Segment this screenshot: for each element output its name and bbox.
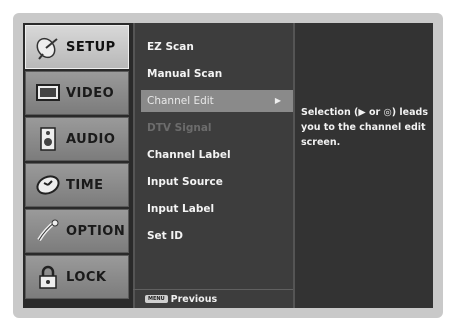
tab-label: AUDIO [66, 131, 116, 147]
menu-key-icon: MENU [145, 295, 168, 303]
menu-item-input-label[interactable]: Input Label [141, 198, 293, 220]
speaker-icon [34, 125, 62, 153]
tab-label: TIME [66, 177, 104, 193]
menu-item-dtv-signal: DTV Signal [147, 122, 212, 134]
menu-footer: MENU Previous [133, 289, 293, 308]
menu-item-label: Channel Edit [147, 95, 214, 107]
tab-setup[interactable]: SETUP [25, 25, 129, 69]
clock-icon [34, 171, 62, 199]
menu-item-set-id[interactable]: Set ID [141, 225, 293, 247]
previous-label: Previous [170, 293, 218, 305]
tab-lock[interactable]: LOCK [25, 255, 129, 299]
description-panel: Selection (▶ or ◎) leads you to the chan… [293, 23, 433, 308]
option-icon [34, 217, 62, 245]
tab-label: SETUP [66, 39, 116, 55]
tab-label: OPTION [66, 223, 126, 239]
tab-video[interactable]: VIDEO [25, 71, 129, 115]
tab-column: SETUP VIDEO AUDIO TIME OPTION LOCK [23, 23, 133, 308]
menu-item-channel-label[interactable]: Channel Label [141, 144, 293, 166]
tab-time[interactable]: TIME [25, 163, 129, 207]
menu-item-input-source[interactable]: Input Source [141, 171, 293, 193]
tv-menu-frame: SETUP VIDEO AUDIO TIME OPTION LOCK EZ Sc… [13, 13, 443, 318]
tab-label: VIDEO [66, 85, 115, 101]
tab-label: LOCK [66, 269, 107, 285]
tv-icon [34, 79, 62, 107]
menu-item-channel-edit[interactable]: Channel Edit ▶ [141, 90, 293, 112]
right-arrow-icon: ▶ [274, 96, 281, 105]
lock-icon [34, 263, 62, 291]
menu-item-manual-scan[interactable]: Manual Scan [141, 63, 293, 85]
osd-screen: SETUP VIDEO AUDIO TIME OPTION LOCK EZ Sc… [23, 23, 433, 308]
tab-audio[interactable]: AUDIO [25, 117, 129, 161]
description-text: Selection (▶ or ◎) leads you to the chan… [301, 107, 428, 148]
setup-menu-list: EZ Scan Manual Scan Channel Edit ▶ DTV S… [133, 23, 293, 308]
satellite-dish-icon [34, 33, 62, 61]
tab-option[interactable]: OPTION [25, 209, 129, 253]
menu-item-ez-scan[interactable]: EZ Scan [141, 36, 293, 58]
